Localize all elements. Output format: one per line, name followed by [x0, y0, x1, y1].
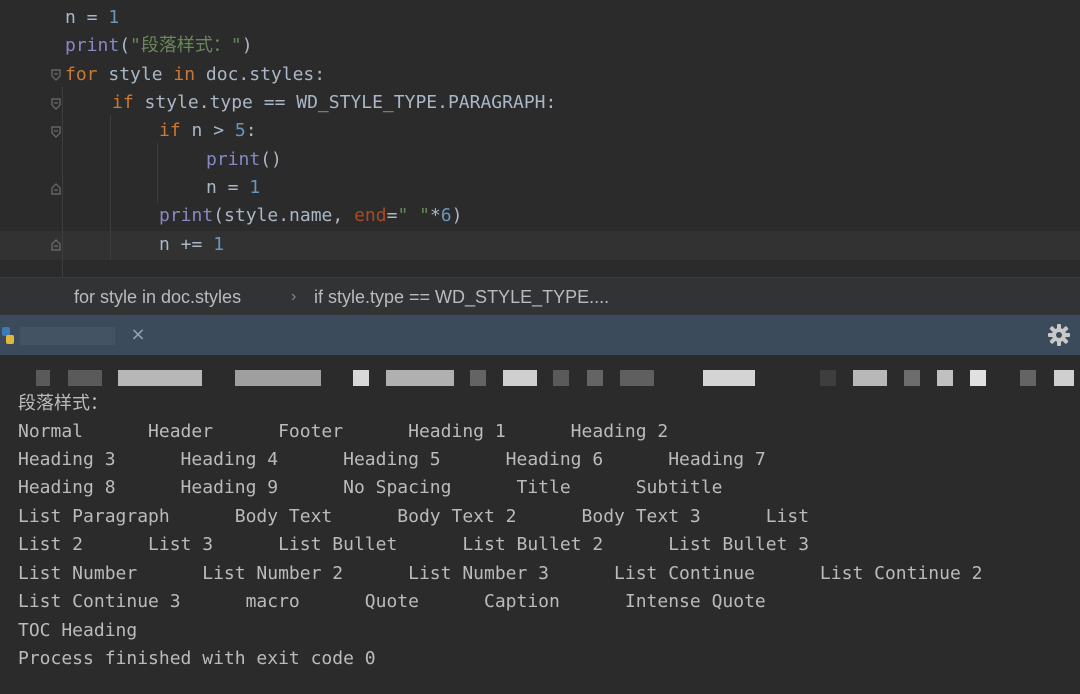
code-text: n += [159, 234, 214, 255]
code-text: = [386, 205, 398, 226]
console-output-line: List Number List Number 2 List Number 3 … [18, 563, 983, 584]
fold-marker-icon[interactable] [50, 126, 62, 138]
code-text: (style.name, [213, 205, 355, 226]
redacted-block [587, 370, 603, 386]
indent-guide [110, 115, 111, 260]
console-output-line: 段落样式： [18, 393, 108, 414]
code-text: * [429, 205, 441, 226]
breadcrumb-separator: › [291, 288, 297, 305]
code-line[interactable]: print("段落样式：") [65, 32, 253, 60]
code-line[interactable]: n += 1 [159, 231, 224, 259]
redacted-block [820, 370, 836, 386]
redacted-block [937, 370, 953, 386]
code-text: style.type == WD_STYLE_TYPE.PARAGRAPH: [133, 92, 557, 113]
code-number: 5 [234, 120, 246, 141]
breadcrumb-item[interactable]: if style.type == WD_STYLE_TYPE.... [314, 278, 609, 316]
code-text: : [245, 120, 257, 141]
code-text: style [97, 64, 174, 85]
python-run-icon [2, 325, 16, 347]
code-editor[interactable]: n = 1 print("段落样式：") for style in doc.st… [0, 0, 1080, 277]
code-keyword: in [173, 64, 196, 85]
code-text: ) [451, 205, 463, 226]
redacted-block [1054, 370, 1074, 386]
redacted-block [386, 370, 454, 386]
code-string: " " [397, 205, 430, 226]
indent-guide [62, 87, 63, 277]
code-line[interactable]: print() [206, 146, 282, 174]
code-text: n = [206, 177, 250, 198]
console-output-line: List Continue 3 macro Quote Caption Inte… [18, 591, 766, 612]
code-number: 1 [213, 234, 225, 255]
code-text: doc.styles: [195, 64, 326, 85]
code-text: n = [65, 7, 109, 28]
redacted-block [970, 370, 986, 386]
console-output-line: Heading 3 Heading 4 Heading 5 Heading 6 … [18, 449, 766, 470]
console-output-line: List Paragraph Body Text Body Text 2 Bod… [18, 506, 810, 527]
indent-guide [157, 143, 158, 203]
code-builtin: print [65, 35, 120, 56]
console-output-line: List 2 List 3 List Bullet List Bullet 2 … [18, 534, 810, 555]
code-line[interactable]: for style in doc.styles: [65, 61, 325, 89]
code-string: "段落样式：" [130, 35, 242, 56]
gear-icon[interactable] [1048, 324, 1070, 346]
code-line[interactable]: if style.type == WD_STYLE_TYPE.PARAGRAPH… [112, 89, 556, 117]
redacted-block [703, 370, 755, 386]
breadcrumb: for style in doc.styles › if style.type … [0, 277, 1080, 316]
code-text: n > [180, 120, 235, 141]
code-line[interactable]: if n > 5: [159, 117, 257, 145]
redacted-block [68, 370, 102, 386]
fold-end-icon[interactable] [50, 239, 62, 251]
code-builtin: print [206, 149, 261, 170]
code-line[interactable]: print(style.name, end=" "*6) [159, 202, 462, 230]
redacted-block [118, 370, 202, 386]
run-tab-bar: × [0, 315, 1080, 355]
code-text: ) [241, 35, 253, 56]
breadcrumb-item[interactable]: for style in doc.styles [74, 278, 241, 316]
code-line[interactable]: n = 1 [65, 4, 119, 32]
code-keyword: if [159, 120, 181, 141]
code-number: 1 [249, 177, 261, 198]
redacted-block [904, 370, 920, 386]
code-builtin: print [159, 205, 214, 226]
code-number: 1 [108, 7, 120, 28]
fold-marker-icon[interactable] [50, 69, 62, 81]
fold-end-icon[interactable] [50, 183, 62, 195]
redacted-block [553, 370, 569, 386]
redacted-block [1020, 370, 1036, 386]
redacted-block [235, 370, 321, 386]
code-line[interactable]: n = 1 [206, 174, 260, 202]
redacted-block [470, 370, 486, 386]
console-output-line: TOC Heading [18, 620, 138, 641]
code-text: ( [119, 35, 131, 56]
redacted-block [36, 370, 50, 386]
code-keyword: if [112, 92, 134, 113]
console-output-line: Normal Header Footer Heading 1 Heading 2 [18, 421, 669, 442]
console-output-line: Heading 8 Heading 9 No Spacing Title Sub… [18, 477, 723, 498]
redacted-block [353, 370, 369, 386]
run-tab-label-redacted[interactable] [20, 327, 115, 345]
console-output-line: Process finished with exit code 0 [18, 648, 376, 669]
redacted-block [620, 370, 654, 386]
fold-marker-icon[interactable] [50, 98, 62, 110]
redacted-block [503, 370, 537, 386]
code-keyword: for [65, 64, 98, 85]
code-param: end [354, 205, 387, 226]
code-text: () [260, 149, 282, 170]
code-number: 6 [440, 205, 452, 226]
close-icon[interactable]: × [129, 323, 147, 347]
redacted-block [853, 370, 887, 386]
